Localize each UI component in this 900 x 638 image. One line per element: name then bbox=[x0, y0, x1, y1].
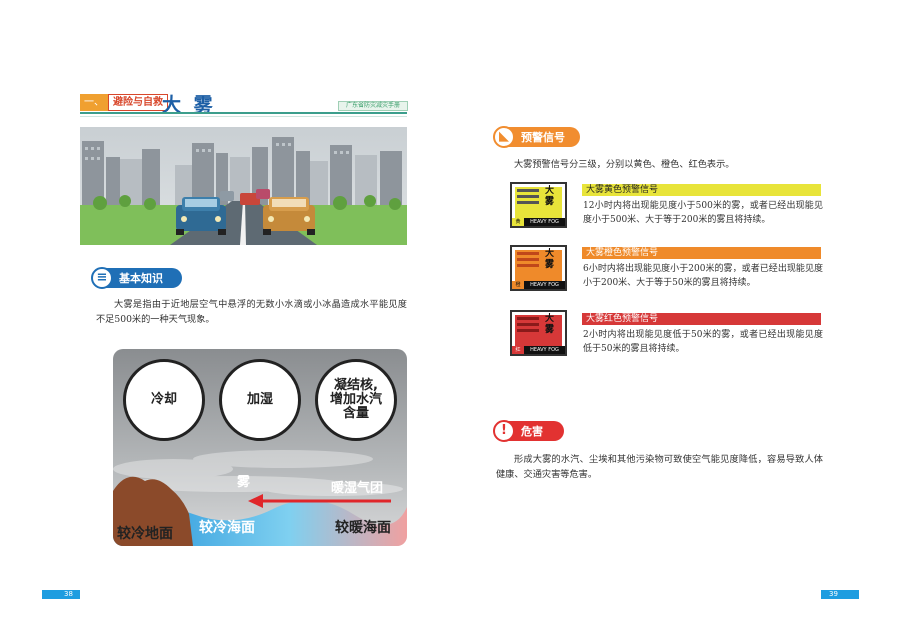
yellow-signal-text: 12小时内将出现能见度小于500米的雾，或者已经出现能见度小于500米、大于等于… bbox=[583, 201, 823, 225]
city-street-illustration bbox=[80, 127, 407, 245]
fog-label: 雾 bbox=[237, 475, 251, 490]
condensation-label: 凝结核, 增加水汽 含量 bbox=[329, 378, 382, 421]
cold-sea-label: 较冷海面 bbox=[199, 520, 255, 536]
humidify-label: 加湿 bbox=[246, 392, 273, 407]
cold-land-label: 较冷地面 bbox=[117, 526, 173, 542]
cooling-circle: 冷却 bbox=[123, 359, 205, 441]
red-signal-title: 大雾红色预警信号 bbox=[582, 313, 821, 325]
orange-signal-title: 大雾橙色预警信号 bbox=[582, 247, 821, 259]
orange-signal-glyph: 大雾 bbox=[544, 249, 554, 270]
cooling-label: 冷却 bbox=[150, 392, 177, 407]
basic-knowledge-text: 大雾是指由于近地层空气中悬浮的无数小水滴或小冰晶造成水平能见度不足500米的一种… bbox=[96, 299, 407, 325]
warm-sea-label: 较暖海面 bbox=[335, 520, 391, 536]
basic-knowledge-heading: ≡ 基本知识 bbox=[91, 266, 182, 289]
header-rule-thin bbox=[80, 116, 407, 117]
red-signal-text: 2小时内将出现能见度低于50米的雾，或者已经出现能见度低于50米的雾且将持续。 bbox=[583, 330, 823, 354]
manual-tag: 广东省防灾减灾手册 bbox=[338, 101, 408, 111]
red-level-char: 红 bbox=[512, 346, 524, 354]
humidify-circle: 加湿 bbox=[219, 359, 301, 441]
yellow-foot: HEAVY FOG bbox=[530, 219, 559, 225]
orange-level-char: 橙 bbox=[512, 281, 524, 289]
yellow-fog-signal-icon: 大雾 黄 HEAVY FOG bbox=[510, 182, 567, 228]
fog-formation-diagram: 冷却 加湿 凝结核, 增加水汽 含量 雾 暖湿气团 较冷地面 较冷海面 较暖海面 bbox=[113, 349, 407, 546]
section-number: 一、 bbox=[80, 94, 108, 111]
yellow-signal-glyph: 大雾 bbox=[544, 186, 554, 207]
red-fog-signal-icon: 大雾 红 HEAVY FOG bbox=[510, 310, 567, 356]
section-tag: 一、 避险与自救 bbox=[80, 93, 168, 112]
yellow-level-char: 黄 bbox=[512, 218, 524, 226]
page-number-right: 39 bbox=[821, 590, 859, 599]
header-rule bbox=[80, 112, 407, 114]
orange-foot: HEAVY FOG bbox=[530, 282, 559, 288]
yellow-signal-title: 大雾黄色预警信号 bbox=[582, 184, 821, 196]
condensation-circle: 凝结核, 增加水汽 含量 bbox=[315, 359, 397, 441]
red-signal-glyph: 大雾 bbox=[544, 314, 554, 335]
section-label: 避险与自救 bbox=[108, 94, 168, 111]
book-icon: ≡ bbox=[91, 266, 113, 289]
red-foot: HEAVY FOG bbox=[530, 347, 559, 353]
warning-signal-heading: ◣ 预警信号 bbox=[493, 125, 580, 148]
orange-fog-signal-icon: 大雾 橙 HEAVY FOG bbox=[510, 245, 567, 291]
signal-icon: ◣ bbox=[493, 125, 515, 148]
orange-signal-text: 6小时内将出现能见度小于200米的雾，或者已经出现能见度小于200米、大于等于5… bbox=[583, 264, 823, 288]
danger-heading: ! 危害 bbox=[493, 419, 564, 442]
warm-air-label: 暖湿气团 bbox=[331, 481, 384, 496]
basic-knowledge-label: 基本知识 bbox=[119, 272, 163, 285]
warning-signal-label: 预警信号 bbox=[521, 131, 565, 144]
page-number-left: 38 bbox=[42, 590, 80, 599]
exclamation-icon: ! bbox=[493, 419, 515, 442]
danger-label: 危害 bbox=[521, 425, 543, 438]
danger-text: 形成大雾的水汽、尘埃和其他污染物可致使空气能见度降低，容易导致人体健康、交通灾害… bbox=[496, 454, 823, 480]
warning-intro-text: 大雾预警信号分三级，分别以黄色、橙色、红色表示。 bbox=[514, 159, 735, 170]
